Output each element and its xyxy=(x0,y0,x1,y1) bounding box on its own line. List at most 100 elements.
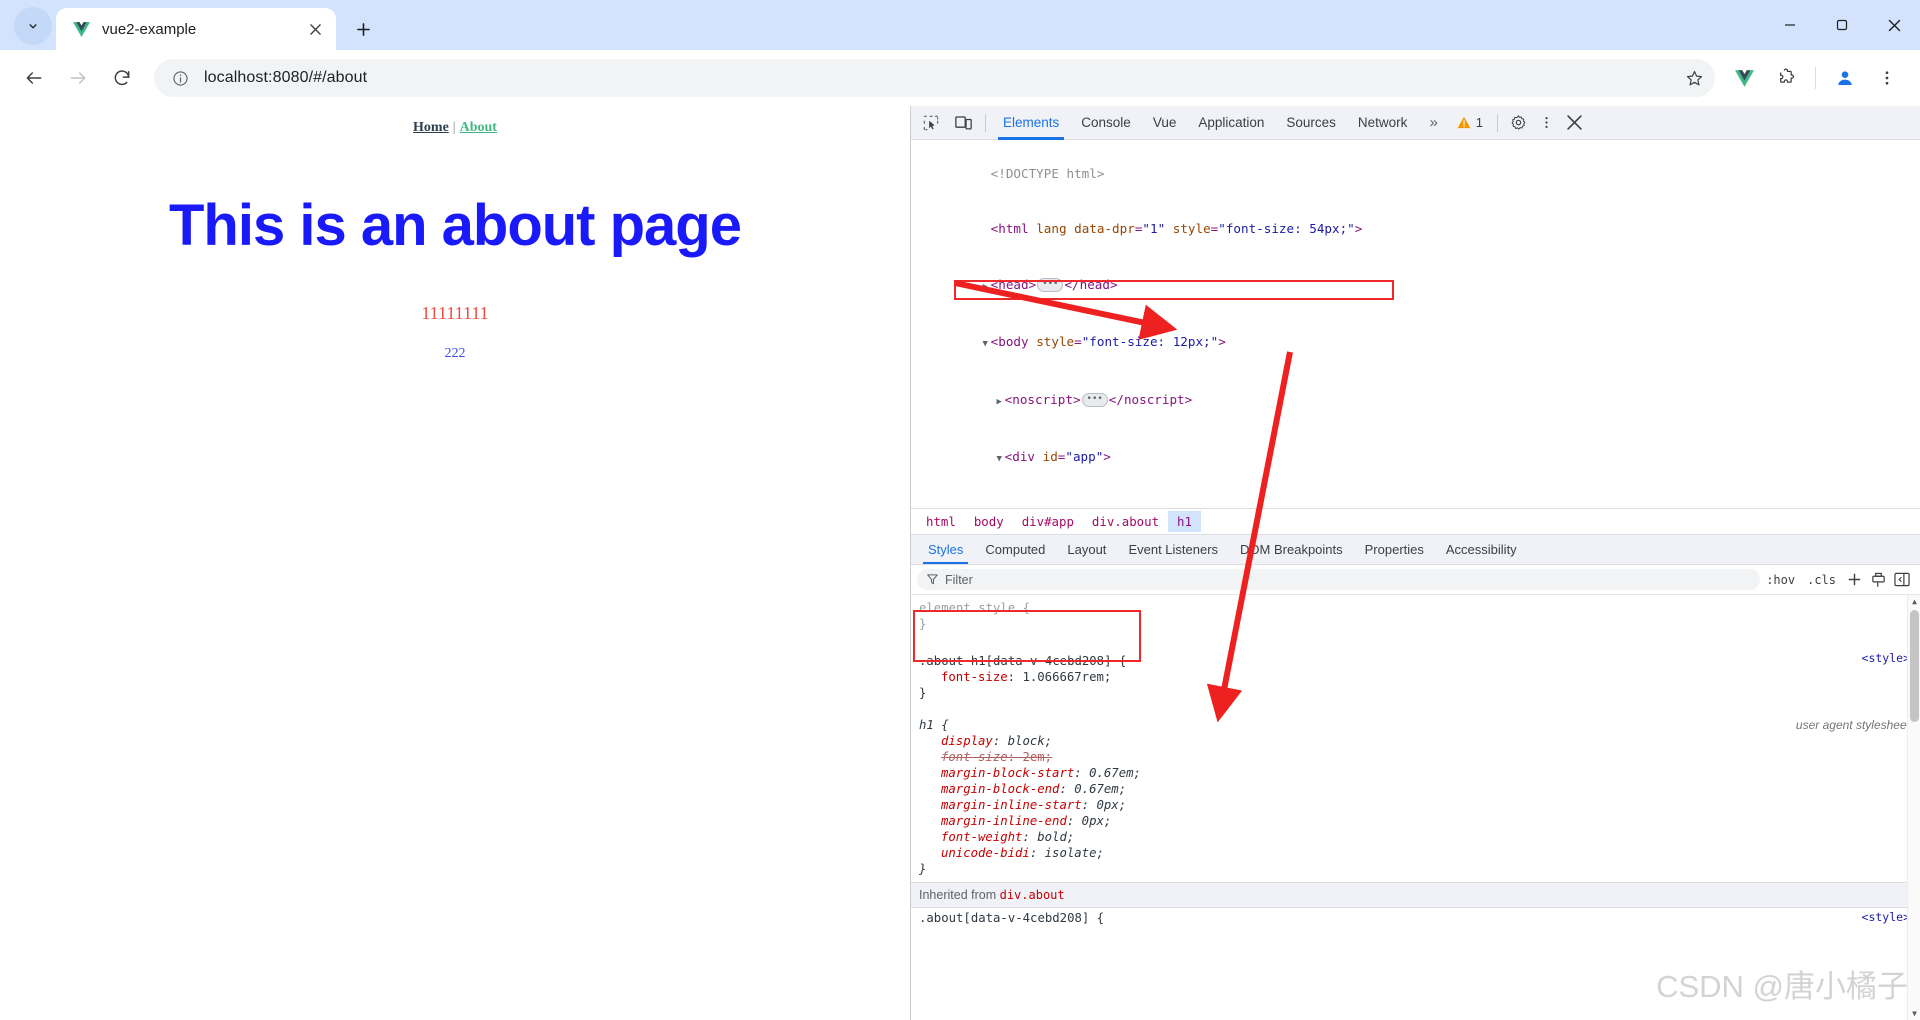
device-toolbar-icon[interactable] xyxy=(949,110,977,136)
twisty-collapsed-icon[interactable]: ▶ xyxy=(980,278,991,297)
styles-pane[interactable]: element.style { } <style> .about h1[data… xyxy=(911,595,1920,1020)
devtools-more-tabs-button[interactable]: » xyxy=(1418,106,1448,140)
dom-tree[interactable]: <!DOCTYPE html> <html lang data-dpr="1" … xyxy=(911,140,1920,508)
scroll-up-arrow-icon[interactable]: ▲ xyxy=(1908,595,1920,608)
devtools-tab-elements[interactable]: Elements xyxy=(992,106,1070,140)
toggle-sidebar-icon[interactable] xyxy=(1890,568,1914,592)
address-bar[interactable]: localhost:8080/#/about xyxy=(154,59,1715,97)
rule-element-style[interactable]: element.style { } xyxy=(911,599,1920,633)
rule-h1-user-agent[interactable]: user agent stylesheet h1 { display: bloc… xyxy=(911,716,1920,878)
rule-inherited-about[interactable]: <style> .about[data-v-4cebd208] { xyxy=(911,908,1920,927)
url-text[interactable]: localhost:8080/#/about xyxy=(204,69,1679,87)
window-maximize-button[interactable] xyxy=(1816,0,1868,50)
sidebar-tab-styles[interactable]: Styles xyxy=(917,535,974,564)
breadcrumb-item-div-app[interactable]: div#app xyxy=(1013,511,1083,532)
twisty-collapsed-icon[interactable]: ▶ xyxy=(1008,508,1019,509)
profile-avatar-button[interactable] xyxy=(1826,59,1864,97)
extensions-puzzle-button[interactable] xyxy=(1767,59,1805,97)
css-property-value[interactable]: 0.67em; xyxy=(1089,766,1141,780)
computed-styles-print-button[interactable] xyxy=(1866,568,1890,592)
back-button[interactable] xyxy=(15,59,53,97)
dom-node-body[interactable]: ▼ <body style="font-size: 12px;"> xyxy=(919,315,1920,373)
expand-ellipsis-badge[interactable]: ••• xyxy=(1037,278,1064,292)
gear-icon[interactable] xyxy=(1504,109,1532,137)
devtools-tab-network[interactable]: Network xyxy=(1347,106,1419,140)
css-property-value[interactable]: 2em; xyxy=(1022,750,1052,764)
dom-node-head[interactable]: ▶ <head> ••• </head> xyxy=(919,257,1920,315)
twisty-expanded-icon[interactable]: ▼ xyxy=(994,450,1005,469)
breadcrumb-item-html[interactable]: html xyxy=(917,511,965,532)
scrollbar-thumb[interactable] xyxy=(1910,610,1919,722)
browser-menu-button[interactable] xyxy=(1868,59,1906,97)
nav-link-home[interactable]: Home xyxy=(413,120,449,135)
browser-tab-vue2-example[interactable]: vue2-example xyxy=(56,8,336,50)
devtools-tab-vue[interactable]: Vue xyxy=(1142,106,1188,140)
tab-close-icon[interactable] xyxy=(304,18,326,40)
window-close-button[interactable] xyxy=(1868,0,1920,50)
nav-link-about[interactable]: About xyxy=(460,120,497,135)
css-property-value[interactable]: bold; xyxy=(1037,830,1074,844)
bookmark-star-icon[interactable] xyxy=(1679,63,1709,93)
breadcrumb-item-div-about[interactable]: div.about xyxy=(1083,511,1168,532)
sidebar-tab-dom-breakpoints[interactable]: DOM Breakpoints xyxy=(1229,535,1354,564)
devtools-tab-sources[interactable]: Sources xyxy=(1275,106,1347,140)
css-property-name[interactable]: font-weight xyxy=(919,829,1022,845)
toggle-element-classes-button[interactable]: .cls xyxy=(1801,573,1842,587)
rule-origin-style[interactable]: <style> xyxy=(1862,650,1910,666)
css-property-name[interactable]: font-size xyxy=(919,749,1008,765)
breadcrumb-item-body[interactable]: body xyxy=(965,511,1013,532)
breadcrumb-item-h1[interactable]: h1 xyxy=(1168,511,1201,532)
tab-label: Layout xyxy=(1067,542,1107,557)
forward-button[interactable] xyxy=(59,59,97,97)
css-property-name[interactable]: margin-block-end xyxy=(919,781,1059,797)
css-property-name[interactable]: margin-block-start xyxy=(919,765,1074,781)
css-property-value[interactable]: 0px; xyxy=(1082,814,1112,828)
css-property-colon: : xyxy=(1007,670,1023,684)
css-property-value[interactable]: 0.67em; xyxy=(1074,782,1126,796)
sidebar-tab-properties[interactable]: Properties xyxy=(1354,535,1435,564)
tab-search-button[interactable] xyxy=(14,7,52,45)
devtools-warning-indicator[interactable]: 1 xyxy=(1449,115,1491,130)
attr-name: style xyxy=(1172,221,1211,236)
new-tab-button[interactable] xyxy=(346,12,380,46)
expand-ellipsis-badge[interactable]: ••• xyxy=(1081,393,1108,407)
scroll-down-arrow-icon[interactable]: ▼ xyxy=(1908,1007,1920,1020)
rule-about-h1[interactable]: <style> .about h1[data-v-4cebd208] { fon… xyxy=(911,649,1920,702)
devtools-tab-application[interactable]: Application xyxy=(1187,106,1275,140)
dom-node-nav[interactable]: ▶<nav>•••</nav> xyxy=(919,487,1920,509)
devtools-close-icon[interactable] xyxy=(1560,109,1588,137)
devtools-kebab-menu-icon[interactable] xyxy=(1532,109,1560,137)
inspect-element-icon[interactable] xyxy=(917,110,945,136)
sidebar-tab-event-listeners[interactable]: Event Listeners xyxy=(1117,535,1229,564)
rule-selector: element.style { xyxy=(919,601,1031,615)
styles-filter-input[interactable]: Filter xyxy=(917,569,1761,590)
reload-button[interactable] xyxy=(103,59,141,97)
window-minimize-button[interactable] xyxy=(1764,0,1816,50)
rule-origin-style[interactable]: <style> xyxy=(1862,909,1910,925)
sidebar-tab-accessibility[interactable]: Accessibility xyxy=(1435,535,1528,564)
css-property-name[interactable]: font-size xyxy=(919,669,1008,685)
css-property-name[interactable]: margin-inline-end xyxy=(919,813,1067,829)
site-info-icon[interactable] xyxy=(168,66,192,90)
sidebar-tab-computed[interactable]: Computed xyxy=(974,535,1056,564)
css-property-name[interactable]: margin-inline-start xyxy=(919,797,1082,813)
sidebar-tab-layout[interactable]: Layout xyxy=(1056,535,1117,564)
css-property-value[interactable]: 0px; xyxy=(1096,798,1126,812)
css-property-name[interactable]: unicode-bidi xyxy=(919,845,1030,861)
css-property-value[interactable]: 1.066667rem; xyxy=(1022,670,1111,684)
vue-devtools-extension-button[interactable] xyxy=(1725,59,1763,97)
twisty-collapsed-icon[interactable]: ▶ xyxy=(994,393,1005,412)
tab-label: Vue xyxy=(1152,115,1177,130)
devtools-tab-console[interactable]: Console xyxy=(1070,106,1142,140)
css-property-name[interactable]: display xyxy=(919,733,993,749)
css-property-value[interactable]: block; xyxy=(1008,734,1052,748)
toggle-hover-state-button[interactable]: :hov xyxy=(1760,573,1801,587)
new-style-rule-button[interactable] xyxy=(1842,568,1866,592)
dom-node-noscript[interactable]: ▶ <noscript> ••• </noscript> xyxy=(919,372,1920,430)
dom-node-html[interactable]: <html lang data-dpr="1" style="font-size… xyxy=(919,202,1920,258)
css-property-value[interactable]: isolate; xyxy=(1045,846,1104,860)
dom-node-div-app[interactable]: ▼ <div id="app"> xyxy=(919,430,1920,488)
styles-pane-scrollbar[interactable]: ▲ ▼ xyxy=(1907,595,1920,1020)
twisty-expanded-icon[interactable]: ▼ xyxy=(980,335,991,354)
inherited-selector[interactable]: div.about xyxy=(1000,888,1065,902)
